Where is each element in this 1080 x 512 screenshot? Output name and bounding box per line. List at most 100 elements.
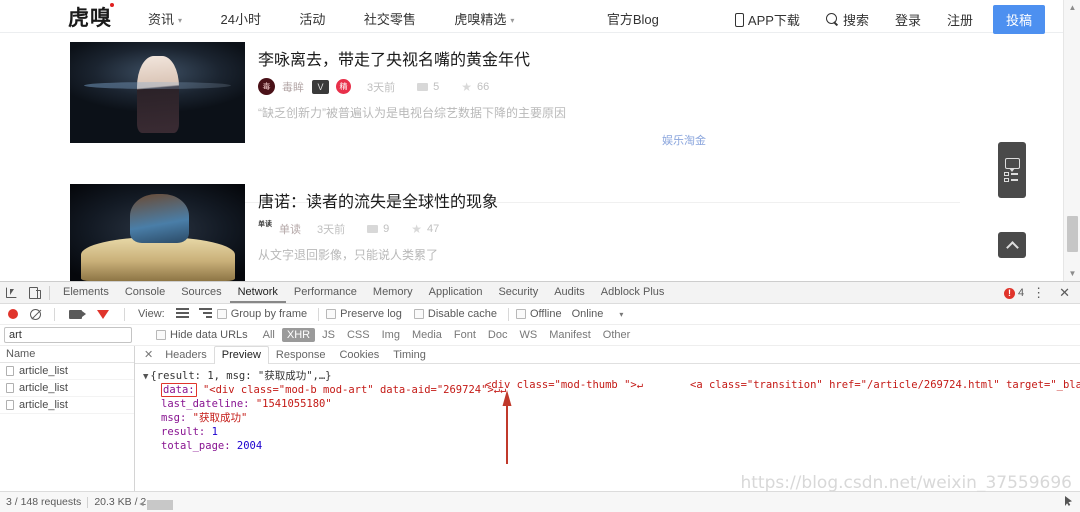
star-icon: ★ <box>411 222 423 236</box>
json-value-data-col3: <a class="transition" href="/article/269… <box>690 379 1080 391</box>
throttling-chevron-down-icon[interactable]: ▾ <box>619 310 623 319</box>
tab-performance[interactable]: Performance <box>286 283 365 303</box>
filter-type-media[interactable]: Media <box>407 328 447 342</box>
article-author[interactable]: 单读 <box>279 221 301 237</box>
submit-article-button[interactable]: 投稿 <box>992 5 1045 34</box>
page-scrollbar[interactable]: ▲ ▼ <box>1063 0 1080 281</box>
table-row[interactable]: article_list <box>0 397 134 414</box>
nav-item-premium[interactable]: 虎嗅精选 ▾ <box>454 9 514 28</box>
expand-arrow-icon[interactable]: ▼ <box>143 372 148 382</box>
detail-tab-timing[interactable]: Timing <box>386 347 433 363</box>
article-title[interactable]: 唐诺：读者的流失是全球性的现象 <box>258 188 498 212</box>
tab-sources[interactable]: Sources <box>173 283 229 303</box>
tab-audits[interactable]: Audits <box>546 283 593 303</box>
detail-tab-headers[interactable]: Headers <box>158 347 214 363</box>
tab-memory[interactable]: Memory <box>365 283 421 303</box>
device-toolbar-button[interactable] <box>22 283 44 303</box>
group-by-frame-checkbox[interactable]: Group by frame <box>216 308 307 320</box>
tab-application[interactable]: Application <box>421 283 491 303</box>
network-split-view: Name article_list article_list article_l… <box>0 346 1080 492</box>
scroll-down-arrow-icon[interactable]: ▼ <box>1064 266 1080 281</box>
feedback-widget[interactable] <box>998 142 1026 198</box>
view-label: View: <box>138 308 165 320</box>
filter-input[interactable] <box>4 327 132 343</box>
table-row[interactable]: article_list <box>0 363 134 380</box>
article-thumbnail[interactable] <box>70 184 245 281</box>
scrollbar-thumb[interactable] <box>1067 216 1078 252</box>
close-icon[interactable]: ✕ <box>1053 285 1076 301</box>
detail-tab-preview[interactable]: Preview <box>213 346 269 364</box>
screenshot-capture-icon[interactable] <box>69 309 86 319</box>
filter-type-ws[interactable]: WS <box>514 328 542 342</box>
filter-type-manifest[interactable]: Manifest <box>544 328 596 342</box>
inspect-element-button[interactable] <box>0 283 22 303</box>
comment-count: 9 <box>383 223 390 235</box>
disable-cache-checkbox[interactable]: Disable cache <box>413 308 497 320</box>
article-thumbnail[interactable] <box>70 42 245 143</box>
waterfall-view-icon[interactable] <box>198 308 212 320</box>
nav-item-activity[interactable]: 活动 <box>299 9 325 28</box>
register-label: 注册 <box>946 13 973 28</box>
filter-type-other[interactable]: Other <box>598 328 636 342</box>
article-title[interactable]: 李咏离去，带走了央视名嘴的黄金年代 <box>258 46 530 70</box>
tab-security[interactable]: Security <box>490 283 546 303</box>
article-description: “缺乏创新力”被普遍认为是电视台综艺数据下降的主要原因 <box>258 106 566 120</box>
json-preview-viewer[interactable]: ▼ {result: 1, msg: "获取成功",…} data: "<div … <box>135 364 1080 464</box>
record-button[interactable] <box>8 309 18 319</box>
register-link[interactable]: 注册 <box>947 10 973 29</box>
comment-count: 5 <box>433 80 440 93</box>
main-nav: 资讯 ▾ 24小时 活动 社交零售 虎嗅精选 ▾ 官方Blog <box>148 9 693 29</box>
offline-label: Offline <box>529 308 562 320</box>
filter-type-img[interactable]: Img <box>377 328 405 342</box>
back-to-top-button[interactable] <box>998 232 1026 258</box>
filter-icon[interactable] <box>97 309 109 319</box>
hide-data-urls-checkbox[interactable]: Hide data URLs <box>156 329 248 341</box>
table-row[interactable]: article_list <box>0 380 134 397</box>
avatar[interactable]: 毒 <box>258 78 275 95</box>
annotation-arrow-icon <box>502 390 512 464</box>
filter-type-font[interactable]: Font <box>449 328 481 342</box>
nav-item-news[interactable]: 资讯 ▾ <box>148 9 182 28</box>
app-download-button[interactable]: APP下载 <box>734 10 800 29</box>
nav-item-social-retail[interactable]: 社交零售 <box>364 9 416 28</box>
search-button[interactable]: 搜索 <box>825 10 869 29</box>
scroll-up-arrow-icon[interactable]: ▲ <box>1064 0 1080 15</box>
nav-item-blog[interactable]: 官方Blog <box>607 9 659 28</box>
article-author[interactable]: 毒眸 <box>282 79 304 95</box>
scroll-left-arrow-icon[interactable]: ◄ <box>136 501 147 508</box>
horizontal-scrollbar[interactable]: ◄ <box>136 499 336 510</box>
tab-adblock-plus[interactable]: Adblock Plus <box>593 283 673 303</box>
filter-type-doc[interactable]: Doc <box>483 328 513 342</box>
more-options-icon[interactable]: ⋮ <box>1026 285 1051 301</box>
request-name: article_list <box>19 365 68 377</box>
detail-tab-response[interactable]: Response <box>269 347 333 363</box>
article-tag[interactable]: 娱乐淘金 <box>662 132 706 148</box>
tab-network[interactable]: Network <box>229 283 286 303</box>
preserve-log-checkbox[interactable]: Preserve log <box>326 308 402 320</box>
article-meta: 毒 毒眸 V 精 3天前 5 ★ 66 <box>258 78 489 95</box>
offline-checkbox[interactable]: Offline <box>515 308 562 320</box>
checkbox-icon <box>515 309 526 319</box>
search-icon <box>825 13 839 26</box>
scrollbar-thumb[interactable] <box>146 499 173 510</box>
chevron-down-icon: ▾ <box>510 16 515 26</box>
filter-type-js[interactable]: JS <box>317 328 340 342</box>
detail-tab-cookies[interactable]: Cookies <box>332 347 386 363</box>
clear-icon[interactable] <box>30 308 41 320</box>
nav-item-24h[interactable]: 24小时 <box>220 9 260 28</box>
filter-type-all[interactable]: All <box>258 328 280 342</box>
inspect-icon <box>5 287 17 298</box>
grid-bar <box>1011 179 1018 181</box>
login-link[interactable]: 登录 <box>895 10 921 29</box>
error-count-badge[interactable]: ! 4 <box>1003 287 1024 299</box>
tab-console[interactable]: Console <box>117 283 173 303</box>
filter-type-css[interactable]: CSS <box>342 328 375 342</box>
comment-icon <box>367 225 379 233</box>
filter-type-xhr[interactable]: XHR <box>281 328 316 342</box>
avatar[interactable]: 单读 <box>258 220 272 238</box>
site-logo[interactable]: 虎嗅 <box>68 2 114 32</box>
list-view-icon[interactable] <box>175 308 189 320</box>
close-icon[interactable]: ✕ <box>139 348 158 361</box>
document-icon <box>6 366 14 376</box>
tab-elements[interactable]: Elements <box>55 283 117 303</box>
